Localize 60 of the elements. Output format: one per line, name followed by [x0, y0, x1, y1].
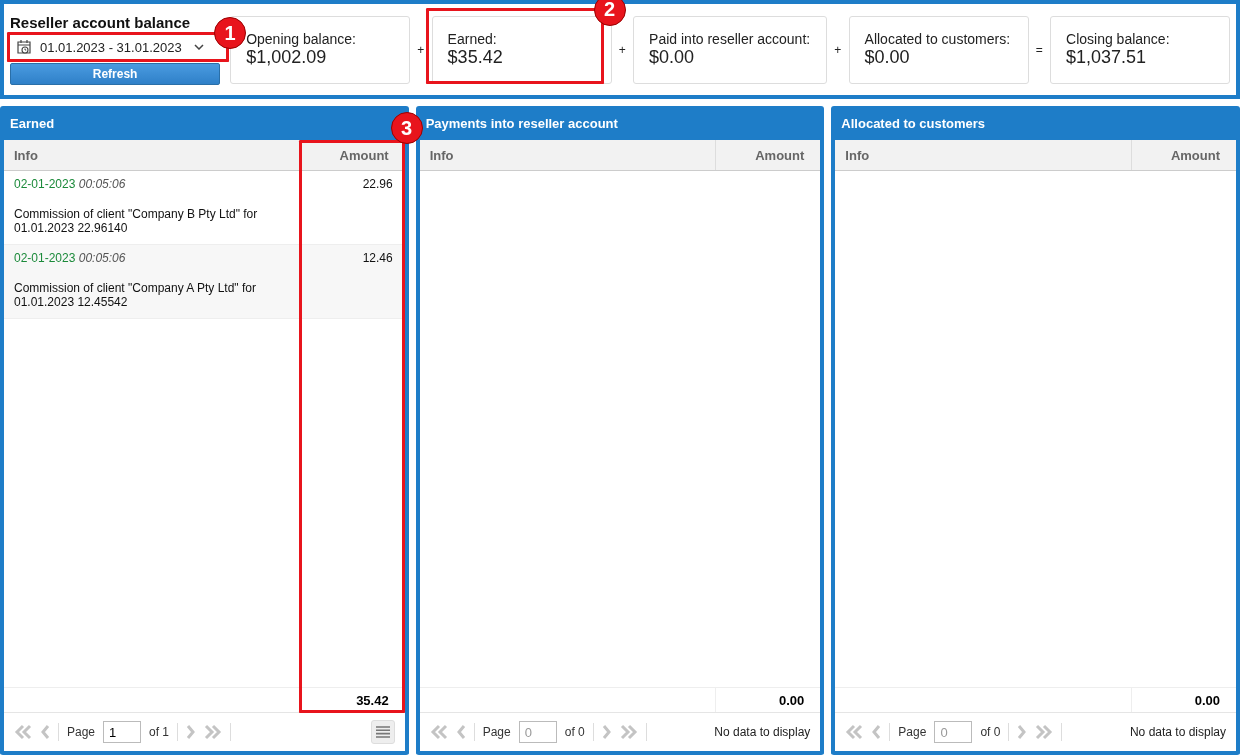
card-value: $1,037.51 [1066, 47, 1148, 68]
column-header[interactable]: Amount [1132, 140, 1236, 170]
card-label: Paid into reseller account: [649, 31, 812, 47]
date-range-field[interactable]: 01.01.2023 - 31.01.2023 [10, 35, 210, 59]
page-label: Page [898, 725, 927, 739]
first-page-icon[interactable] [429, 724, 448, 740]
panel-title: Reseller account balance [10, 14, 192, 31]
page-input[interactable]: 1 [103, 721, 142, 743]
operator-sign: = [1034, 42, 1044, 57]
page-count: of 1 [149, 725, 170, 739]
refresh-button[interactable]: Refresh [10, 63, 221, 85]
page-count: of 0 [564, 725, 585, 739]
caret-icon [194, 44, 204, 50]
status-text: No data to display [1129, 725, 1226, 739]
amount-cell: 12.46 [362, 251, 393, 265]
card-value: $35.42 [447, 47, 504, 68]
column-header[interactable]: Info [835, 140, 1132, 170]
card-value: $0.00 [864, 47, 911, 68]
menu-button[interactable] [370, 720, 395, 744]
total-amount: 35.42 [355, 692, 390, 708]
page-label: Page [482, 725, 511, 739]
next-page-icon[interactable] [601, 724, 612, 740]
callout-badge: 2 [593, 0, 626, 26]
operator-sign: + [416, 42, 426, 57]
total-amount: 0.00 [778, 692, 806, 708]
status-text: No data to display [714, 725, 811, 739]
panel-title: Allocated to customers [841, 115, 986, 131]
amount-cell: 22.96 [362, 177, 393, 191]
card-label: Allocated to customers: [864, 31, 1012, 47]
row-description: Commission of client "Company A Pty Ltd" for 01.01.2023 12.45542 [14, 281, 257, 309]
calendar-clock-icon [16, 39, 32, 55]
timestamp: 02-01-2023 00:05:06 [14, 177, 127, 191]
previous-page-icon[interactable] [40, 724, 50, 740]
first-page-icon[interactable] [845, 724, 864, 740]
operator-sign: + [833, 42, 843, 57]
card-label: Earned: [447, 31, 498, 47]
last-page-icon[interactable] [619, 724, 638, 740]
card-label: Closing balance: [1066, 31, 1171, 47]
operator-sign: + [617, 42, 627, 57]
column-header[interactable]: Amount [716, 140, 821, 170]
previous-page-icon[interactable] [455, 724, 466, 740]
column-header[interactable]: Info [419, 140, 717, 170]
first-page-icon[interactable] [14, 724, 32, 740]
row-description: Commission of client "Company B Pty Ltd" for 01.01.2023 22.96140 [14, 207, 259, 235]
panel-title: Payments into reseller account [425, 115, 618, 131]
menu-icon [375, 726, 390, 738]
card-label: Opening balance: [246, 31, 357, 47]
previous-page-icon[interactable] [871, 724, 882, 740]
callout-badge: 1 [214, 17, 247, 49]
last-page-icon[interactable] [1035, 724, 1054, 740]
total-amount: 0.00 [1193, 692, 1221, 708]
card-value: $1,002.09 [246, 47, 328, 68]
page-label: Page [67, 725, 96, 739]
last-page-icon[interactable] [204, 724, 223, 740]
next-page-icon[interactable] [1017, 724, 1028, 740]
page-count: of 0 [980, 725, 1001, 739]
panel-title: Earned [10, 115, 55, 131]
card-value: $0.00 [649, 47, 696, 68]
next-page-icon[interactable] [186, 724, 197, 740]
timestamp: 02-01-2023 00:05:06 [14, 251, 127, 265]
